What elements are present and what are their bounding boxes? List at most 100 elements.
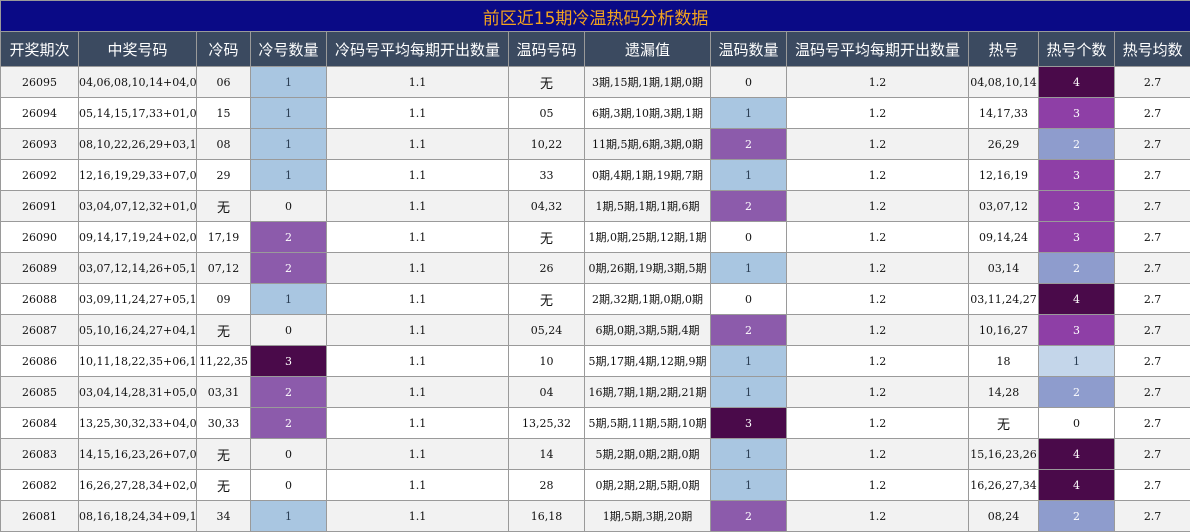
cell-hot-avg: 2.7 xyxy=(1113,190,1190,222)
header-hot-code: 热号 xyxy=(968,31,1039,67)
cell-warm-avg: 1.2 xyxy=(786,500,969,532)
cell-warm-code: 28 xyxy=(508,469,585,501)
cell-hot-code: 18 xyxy=(968,345,1039,377)
cell-warm-code: 05,24 xyxy=(508,314,585,346)
cell-draw-period: 26090 xyxy=(0,221,79,253)
cell-warm-count: 0 xyxy=(710,221,787,253)
cell-draw-period: 26095 xyxy=(0,66,79,98)
cell-winning-numbers: 12,16,19,29,33+07,09 xyxy=(78,159,197,191)
cell-cold-count: 2 xyxy=(250,407,327,439)
cell-warm-avg: 1.2 xyxy=(786,376,969,408)
cell-draw-period: 26092 xyxy=(0,159,79,191)
header-hot-count: 热号个数 xyxy=(1038,31,1115,67)
cell-warm-count: 1 xyxy=(710,97,787,129)
table-row: 26092 12,16,19,29,33+07,09 29 1 1.1 33 0期,4期,1… xyxy=(0,159,1190,191)
cell-hot-avg: 2.7 xyxy=(1113,314,1190,346)
cell-warm-code: 04 xyxy=(508,376,585,408)
cell-cold-avg: 1.1 xyxy=(326,283,509,315)
cell-warm-code: 无 xyxy=(508,283,585,315)
cell-warm-count: 1 xyxy=(710,345,787,377)
cell-warm-avg: 1.2 xyxy=(786,252,969,284)
table-row: 26085 03,04,14,28,31+05,07 03,31 2 1.1 04 16期,… xyxy=(0,376,1190,408)
cell-draw-period: 26081 xyxy=(0,500,79,532)
cell-hot-count: 3 xyxy=(1038,97,1115,129)
cell-winning-numbers: 10,11,18,22,35+06,12 xyxy=(78,345,197,377)
cell-hot-avg: 2.7 xyxy=(1113,97,1190,129)
header-warm-avg: 温码号平均每期开出数量 xyxy=(786,31,969,67)
cell-miss-value: 1期,5期,1期,1期,6期 xyxy=(584,190,711,222)
cell-warm-avg: 1.2 xyxy=(786,97,969,129)
cell-cold-count: 1 xyxy=(250,97,327,129)
cell-cold-avg: 1.1 xyxy=(326,252,509,284)
cell-winning-numbers: 08,16,18,24,34+09,12 xyxy=(78,500,197,532)
cell-cold-code: 07,12 xyxy=(196,252,251,284)
cell-cold-code: 17,19 xyxy=(196,221,251,253)
cell-draw-period: 26087 xyxy=(0,314,79,346)
header-winning-numbers: 中奖号码 xyxy=(78,31,197,67)
cell-hot-count: 2 xyxy=(1038,252,1115,284)
cell-hot-code: 16,26,27,34 xyxy=(968,469,1039,501)
cell-draw-period: 26094 xyxy=(0,97,79,129)
cell-cold-avg: 1.1 xyxy=(326,190,509,222)
table-row: 26083 14,15,16,23,26+07,09 无 0 1.1 14 5期,2期,0期… xyxy=(0,438,1190,470)
cell-winning-numbers: 05,14,15,17,33+01,07 xyxy=(78,97,197,129)
cell-warm-avg: 1.2 xyxy=(786,283,969,315)
cell-hot-avg: 2.7 xyxy=(1113,345,1190,377)
cell-hot-count: 4 xyxy=(1038,283,1115,315)
cell-winning-numbers: 03,07,12,14,26+05,11 xyxy=(78,252,197,284)
header-draw-period: 开奖期次 xyxy=(0,31,79,67)
cell-winning-numbers: 09,14,17,19,24+02,09 xyxy=(78,221,197,253)
cell-warm-avg: 1.2 xyxy=(786,159,969,191)
cell-warm-code: 无 xyxy=(508,221,585,253)
cell-cold-count: 1 xyxy=(250,128,327,160)
cell-winning-numbers: 14,15,16,23,26+07,09 xyxy=(78,438,197,470)
cell-hot-avg: 2.7 xyxy=(1113,221,1190,253)
cell-hot-code: 10,16,27 xyxy=(968,314,1039,346)
cell-cold-count: 0 xyxy=(250,314,327,346)
cell-hot-avg: 2.7 xyxy=(1113,159,1190,191)
cell-miss-value: 16期,7期,1期,2期,21期 xyxy=(584,376,711,408)
table-row: 26094 05,14,15,17,33+01,07 15 1 1.1 05 6期,3期,1… xyxy=(0,97,1190,129)
cell-cold-code: 09 xyxy=(196,283,251,315)
cell-hot-code: 26,29 xyxy=(968,128,1039,160)
cell-cold-code: 03,31 xyxy=(196,376,251,408)
cell-cold-avg: 1.1 xyxy=(326,97,509,129)
cell-cold-avg: 1.1 xyxy=(326,345,509,377)
cell-cold-code: 无 xyxy=(196,314,251,346)
cell-cold-count: 1 xyxy=(250,66,327,98)
cell-hot-code: 无 xyxy=(968,407,1039,439)
cell-warm-avg: 1.2 xyxy=(786,314,969,346)
table-row: 26082 16,26,27,28,34+02,06 无 0 1.1 28 0期,2期,2期… xyxy=(0,469,1190,501)
cell-cold-code: 无 xyxy=(196,190,251,222)
cell-hot-avg: 2.7 xyxy=(1113,128,1190,160)
cell-cold-avg: 1.1 xyxy=(326,500,509,532)
cell-hot-code: 03,11,24,27 xyxy=(968,283,1039,315)
table-row: 26086 10,11,18,22,35+06,12 11,22,35 3 1.1 10 5… xyxy=(0,345,1190,377)
cell-warm-code: 10,22 xyxy=(508,128,585,160)
cell-cold-avg: 1.1 xyxy=(326,159,509,191)
cell-warm-code: 13,25,32 xyxy=(508,407,585,439)
cell-draw-period: 26091 xyxy=(0,190,79,222)
cell-hot-code: 03,07,12 xyxy=(968,190,1039,222)
cell-miss-value: 2期,32期,1期,0期,0期 xyxy=(584,283,711,315)
cell-winning-numbers: 16,26,27,28,34+02,06 xyxy=(78,469,197,501)
header-cold-avg: 冷码号平均每期开出数量 xyxy=(326,31,509,67)
cell-miss-value: 6期,3期,10期,3期,1期 xyxy=(584,97,711,129)
cell-cold-count: 2 xyxy=(250,252,327,284)
cell-cold-code: 06 xyxy=(196,66,251,98)
cell-hot-avg: 2.7 xyxy=(1113,500,1190,532)
table-row: 26090 09,14,17,19,24+02,09 17,19 2 1.1 无 1期,0期… xyxy=(0,221,1190,253)
cell-hot-count: 2 xyxy=(1038,376,1115,408)
cell-miss-value: 11期,5期,6期,3期,0期 xyxy=(584,128,711,160)
cell-hot-count: 2 xyxy=(1038,128,1115,160)
table-row: 26093 08,10,22,26,29+03,10 08 1 1.1 10,22 11期,… xyxy=(0,128,1190,160)
cell-cold-count: 3 xyxy=(250,345,327,377)
cell-warm-code: 26 xyxy=(508,252,585,284)
cell-cold-count: 0 xyxy=(250,438,327,470)
cell-cold-code: 无 xyxy=(196,438,251,470)
cell-warm-code: 16,18 xyxy=(508,500,585,532)
table-row: 26089 03,07,12,14,26+05,11 07,12 2 1.1 26 0期,2… xyxy=(0,252,1190,284)
cell-hot-count: 4 xyxy=(1038,469,1115,501)
cell-cold-code: 11,22,35 xyxy=(196,345,251,377)
cell-cold-count: 2 xyxy=(250,376,327,408)
